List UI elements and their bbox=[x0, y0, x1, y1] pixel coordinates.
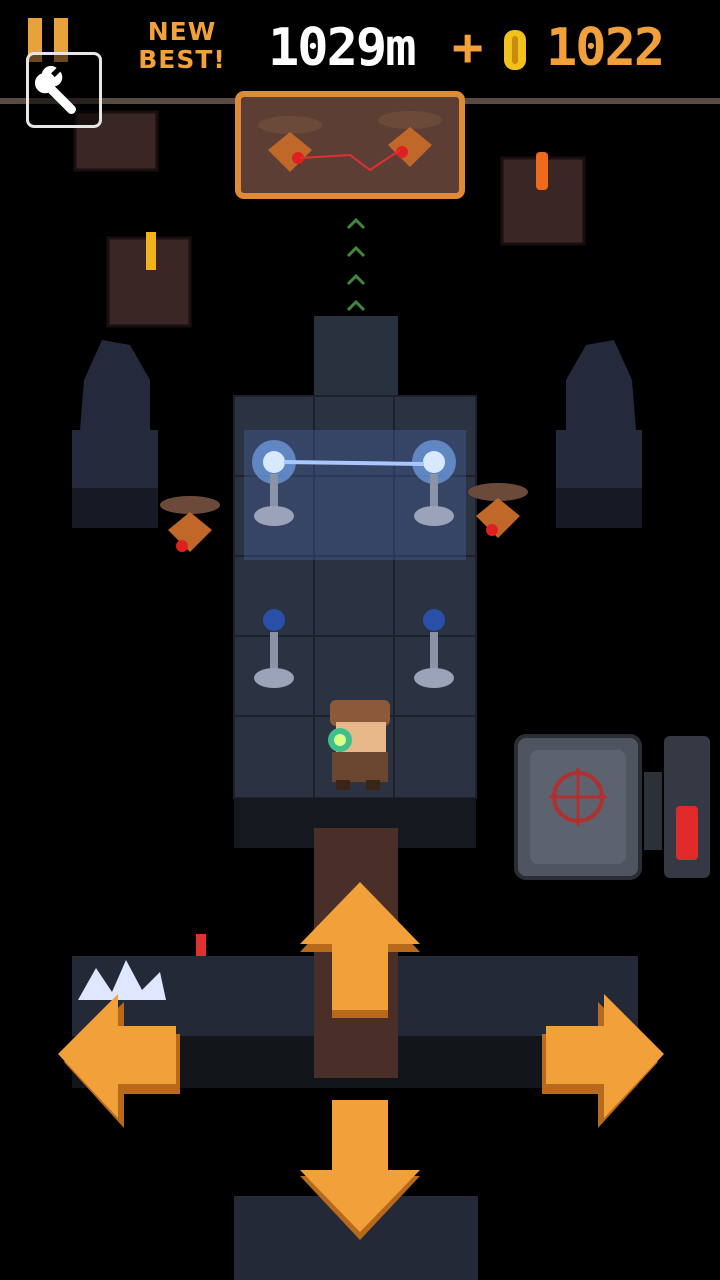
coin-icon bbox=[500, 28, 530, 72]
safe-box bbox=[514, 734, 710, 880]
coin-pickup bbox=[146, 232, 156, 270]
up-arrow-button[interactable] bbox=[296, 882, 424, 1022]
coin-pickup bbox=[536, 152, 548, 190]
new-best-label: NEW BEST! bbox=[132, 18, 232, 74]
coin-counter: 1022 bbox=[546, 18, 665, 78]
knight-statue-right bbox=[556, 340, 642, 528]
settings-button[interactable] bbox=[26, 52, 102, 128]
left-arrow-button[interactable] bbox=[58, 990, 184, 1134]
down-arrow-button[interactable] bbox=[296, 1100, 424, 1240]
new-best-line1: NEW bbox=[147, 17, 217, 46]
player-character bbox=[328, 700, 390, 790]
new-best-line2: BEST! bbox=[138, 45, 226, 74]
arrow-down-icon bbox=[300, 1100, 420, 1240]
right-arrow-button[interactable] bbox=[538, 990, 664, 1134]
arrow-right-icon bbox=[542, 994, 664, 1128]
wrench-icon bbox=[34, 65, 76, 114]
distance-counter: 1029m bbox=[268, 18, 417, 78]
plus-sign: + bbox=[452, 18, 484, 78]
arrow-left-icon bbox=[58, 994, 180, 1128]
drone-enemy-left bbox=[160, 496, 220, 552]
knight-statue-left bbox=[72, 340, 158, 528]
floor-narrow bbox=[314, 316, 398, 398]
arrow-up-icon bbox=[300, 882, 420, 1018]
